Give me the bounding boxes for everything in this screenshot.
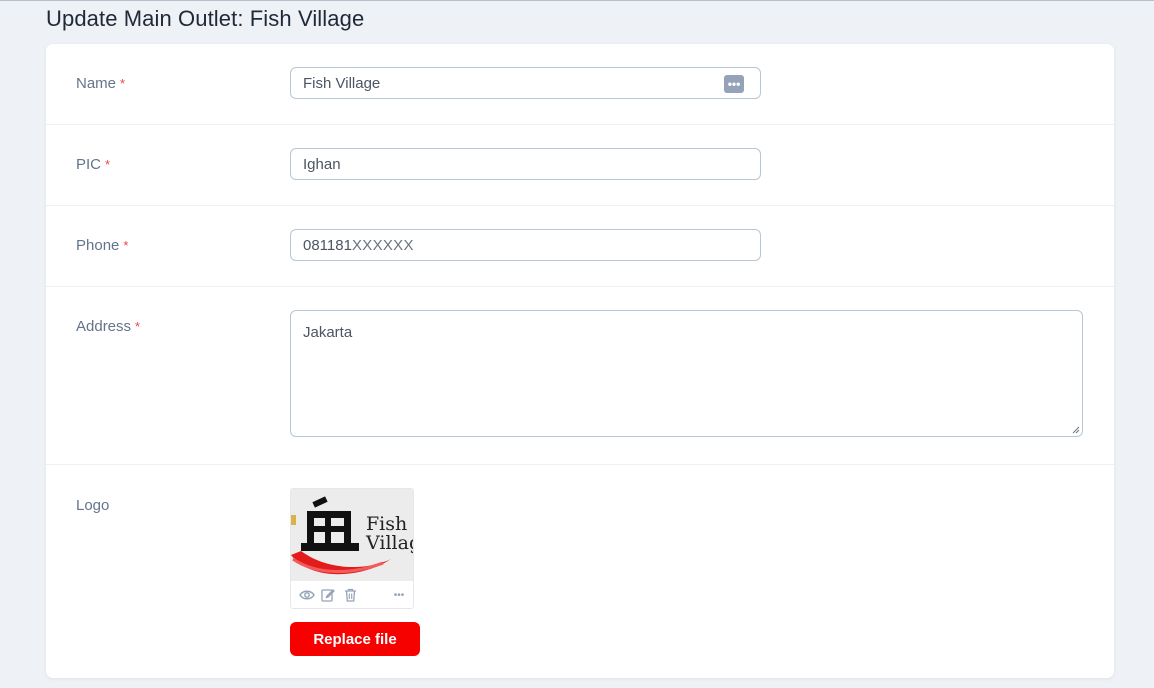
name-row: Name * Fish Village ••• (46, 44, 1114, 125)
required-mark: * (120, 76, 126, 91)
phone-label: Phone * (76, 237, 128, 254)
trash-icon[interactable] (341, 586, 359, 604)
top-divider (0, 0, 1154, 1)
phone-row: Phone * 081181 XXXXXX (46, 206, 1114, 287)
name-value: Fish Village (303, 74, 381, 92)
phone-value-prefix: 081181 (303, 236, 352, 254)
more-dots-icon-glyph: ••• (727, 77, 741, 91)
name-input[interactable]: Fish Village ••• (290, 67, 761, 99)
logo-image[interactable]: Fish Villag (291, 489, 413, 581)
replace-file-button[interactable]: Replace file (290, 622, 420, 656)
logo-row: Logo (46, 465, 1114, 678)
more-dots-icon[interactable]: ••• (724, 75, 744, 93)
pic-row: PIC * Ighan (46, 125, 1114, 206)
phone-input[interactable]: 081181 XXXXXX (290, 229, 761, 261)
phone-value-masked: XXXXXX (351, 236, 414, 254)
eye-icon[interactable] (298, 586, 316, 604)
more-horizontal-icon-glyph: ••• (393, 589, 405, 601)
name-label-text: Name (76, 75, 117, 92)
address-row: Address * Jakarta (46, 287, 1114, 465)
required-mark: * (105, 157, 111, 172)
resize-handle-icon[interactable] (1072, 426, 1080, 434)
pic-input[interactable]: Ighan (290, 148, 761, 180)
required-mark: * (123, 238, 129, 253)
page-title: Update Main Outlet: Fish Village (46, 6, 365, 31)
logo-upload-item: Fish Villag (290, 488, 414, 609)
address-textarea[interactable]: Jakarta (290, 310, 1083, 437)
address-label: Address * (76, 318, 140, 335)
required-mark: * (135, 319, 141, 334)
logo-text-line2: Villag (365, 532, 413, 554)
pic-label-text: PIC (76, 156, 102, 173)
address-value: Jakarta (303, 324, 353, 341)
address-label-text: Address (76, 318, 132, 335)
pic-label: PIC * (76, 156, 110, 173)
more-horizontal-icon[interactable]: ••• (390, 586, 408, 604)
edit-icon[interactable] (319, 586, 337, 604)
outlet-form-card: Name * Fish Village ••• PIC * Ighan Phone *… (46, 44, 1114, 678)
phone-label-text: Phone (76, 237, 120, 254)
name-label: Name * (76, 75, 125, 92)
pic-value: Ighan (303, 155, 341, 173)
logo-actions: ••• (291, 582, 413, 608)
logo-label: Logo (76, 497, 110, 514)
